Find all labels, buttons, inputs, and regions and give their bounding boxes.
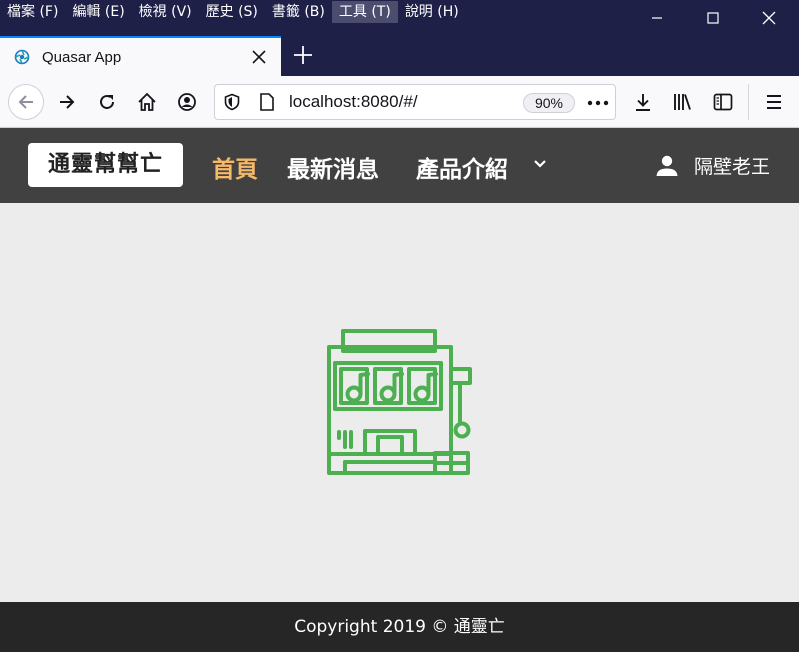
shield-icon[interactable] xyxy=(223,93,241,111)
menu-tools[interactable]: 工具 (T) xyxy=(331,1,398,23)
menu-view[interactable]: 檢視 (V) xyxy=(132,1,199,23)
user-icon xyxy=(656,155,678,176)
close-icon xyxy=(762,11,776,25)
app-header: 通靈幫幫亡 首頁 最新消息 產品介紹 隔壁老王 xyxy=(0,128,799,203)
nav-toolbar: localhost:8080/#/ 90% xyxy=(0,76,799,128)
more-icon[interactable] xyxy=(587,99,609,107)
maximize-button[interactable] xyxy=(685,0,741,36)
back-icon xyxy=(18,95,33,109)
url-text[interactable]: localhost:8080/#/ xyxy=(289,92,418,112)
chevron-down-icon[interactable] xyxy=(532,158,548,170)
nav-news[interactable]: 最新消息 xyxy=(287,150,379,184)
download-icon xyxy=(636,94,650,111)
nav-products[interactable]: 產品介紹 xyxy=(416,150,508,184)
close-icon[interactable] xyxy=(249,47,269,67)
tab-strip: Quasar App xyxy=(0,36,799,76)
home-icon xyxy=(138,92,156,111)
footer: Copyright 2019 © 通靈亡 xyxy=(0,602,799,652)
menu-file[interactable]: 檔案 (F) xyxy=(0,1,65,23)
zoom-level-badge[interactable]: 90% xyxy=(523,93,575,113)
back-button[interactable] xyxy=(8,84,44,120)
minimize-icon xyxy=(652,17,662,19)
page-icon[interactable] xyxy=(259,93,275,111)
account-button[interactable] xyxy=(171,86,203,118)
download-button[interactable] xyxy=(627,86,659,118)
open-menu-button[interactable] xyxy=(758,86,790,118)
menu-bar: 檔案 (F) 編輯 (E) 檢視 (V) 歷史 (S) 書籤 (B) 工具 (T… xyxy=(0,0,466,24)
reload-icon xyxy=(100,94,114,109)
sidebar-button[interactable] xyxy=(707,86,739,118)
account-icon xyxy=(178,93,196,111)
brand-logo[interactable]: 通靈幫幫亡 xyxy=(28,143,183,187)
toolbar-divider xyxy=(748,84,749,120)
slot-machine-icon xyxy=(327,329,472,475)
menu-icon xyxy=(767,95,781,109)
quasar-icon xyxy=(14,49,30,65)
menu-bookmarks[interactable]: 書籤 (B) xyxy=(265,1,332,23)
main-content xyxy=(0,203,799,602)
nav-home[interactable]: 首頁 xyxy=(212,150,258,184)
user-name: 隔壁老王 xyxy=(694,156,771,178)
library-button[interactable] xyxy=(667,86,699,118)
sidebar-icon xyxy=(713,93,733,111)
home-button[interactable] xyxy=(131,86,163,118)
menu-history[interactable]: 歷史 (S) xyxy=(199,1,265,23)
window-titlebar: 檔案 (F) 編輯 (E) 檢視 (V) 歷史 (S) 書籤 (B) 工具 (T… xyxy=(0,0,799,36)
close-window-button[interactable] xyxy=(741,0,797,36)
footer-copyright: Copyright 2019 © 通靈亡 xyxy=(294,617,505,637)
user-menu[interactable]: 隔壁老王 xyxy=(655,152,770,179)
forward-icon xyxy=(60,95,75,109)
maximize-icon xyxy=(707,12,719,24)
forward-button[interactable] xyxy=(51,86,83,118)
menu-help[interactable]: 說明 (H) xyxy=(398,1,466,23)
menu-edit[interactable]: 編輯 (E) xyxy=(65,1,131,23)
url-bar[interactable]: localhost:8080/#/ 90% xyxy=(214,84,616,120)
library-icon xyxy=(674,94,691,110)
tab-quasar-app[interactable]: Quasar App xyxy=(0,36,281,76)
tab-title: Quasar App xyxy=(42,48,122,66)
reload-button[interactable] xyxy=(91,86,123,118)
new-tab-icon[interactable] xyxy=(290,42,316,68)
minimize-button[interactable] xyxy=(629,0,685,36)
